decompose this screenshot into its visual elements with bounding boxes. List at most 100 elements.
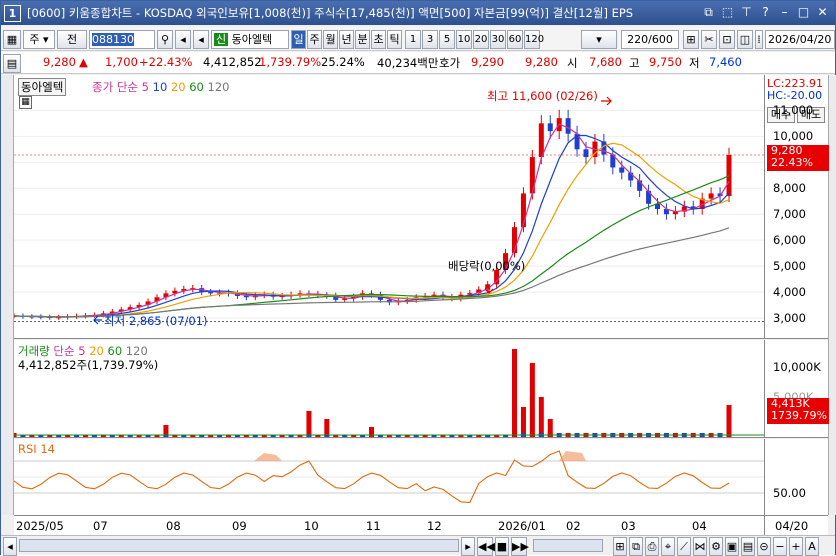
trend-icon[interactable]: ⟋ [677, 537, 691, 556]
ma-periods: 5 10 20 60 120 [142, 80, 230, 94]
help-icon[interactable]: ? [757, 4, 774, 21]
scroll-right-icon[interactable]: ▸ [461, 537, 475, 556]
period-select[interactable]: 주 ▾ [23, 30, 55, 49]
scissors-icon[interactable]: ✂ [701, 30, 717, 49]
search-icon[interactable]: ⚲ [157, 30, 173, 49]
interval-120[interactable]: 120 [524, 30, 544, 49]
scroll-left-icon[interactable]: ◂ [3, 537, 17, 556]
split-icon[interactable]: ◫ [737, 30, 753, 49]
x-label-4: 10 [304, 519, 319, 533]
chart-type-icon[interactable]: ▦ [3, 30, 21, 49]
hc-value: HC:-20.00 [767, 89, 823, 102]
interval-3[interactable]: 3 [422, 30, 438, 49]
interval-60[interactable]: 60 [507, 30, 523, 49]
window-number: 1 [4, 4, 21, 22]
speaker-icon[interactable]: ◂ [175, 30, 191, 49]
pattern-icon[interactable]: ⋈ [693, 537, 707, 556]
bracket-icon[interactable]: ⁞ [755, 30, 763, 49]
price-tick-1: 10,000 [773, 129, 814, 144]
quote-toggle-icon[interactable]: ▤ [3, 54, 21, 73]
ma-line-120 [13, 227, 730, 318]
interval-1[interactable]: 1 [405, 30, 421, 49]
zoom-slider[interactable] [533, 539, 603, 552]
high-value: 9,750 [649, 55, 682, 69]
high-note: 최고 11,600 (02/26) [487, 89, 598, 103]
stock-tag: 동아엘텍 [18, 78, 67, 96]
table-icon[interactable]: ▦ [19, 96, 32, 109]
pin-icon[interactable]: ⊤ [738, 4, 755, 21]
window-controls: ⧉ ⬚ ⊤ ? – □ ✕ [700, 4, 831, 21]
rsi-axis: 50.00 [764, 439, 828, 515]
interval-10[interactable]: 10 [456, 30, 472, 49]
forward-icon[interactable]: ▶▶ [511, 537, 529, 556]
rsi-panel[interactable]: RSI 14 [13, 439, 764, 515]
candle-body-59 [538, 123, 544, 158]
ma-period-5: 5 [141, 80, 149, 94]
tab-3[interactable]: 년 [339, 30, 354, 49]
toolbar: ▦ 주 ▾ 전 088130 ⚲ ◂ ◂ 신 동아엘텍 일주월년분초틱 1351… [1, 27, 835, 51]
copy-icon[interactable]: ⧉ [629, 537, 643, 556]
volume-panel[interactable]: 거래량 단순 5 20 60 120 4,412,852주(1,739.79%) [11, 340, 764, 438]
options-icon[interactable]: ▤ [741, 537, 755, 556]
tab-0[interactable]: 일 [291, 30, 306, 49]
maximize-icon[interactable]: □ [795, 4, 812, 21]
count-value: 220 [627, 33, 649, 46]
count-field[interactable]: 220/600 [621, 30, 679, 49]
interval-30[interactable]: 30 [490, 30, 506, 49]
settings-icon[interactable]: ⚙ [709, 537, 723, 556]
market-badge: 신 [214, 33, 229, 46]
print-icon[interactable]: ⎙ [645, 537, 659, 556]
volume-bar-3 [324, 419, 330, 437]
link-icon[interactable]: ⧉ [700, 4, 717, 21]
crosshair-icon[interactable]: ⌖ [661, 537, 675, 556]
ma-period-10: 10 [148, 80, 168, 94]
price-tick-5: 6,000 [773, 233, 806, 248]
tab-4[interactable]: 분 [355, 30, 370, 49]
popout-icon[interactable]: ⬚ [719, 4, 736, 21]
x-label-7: 2026/01 [498, 519, 546, 533]
open-value: 7,680 [589, 55, 622, 69]
save-icon[interactable]: ▣ [725, 537, 739, 556]
tab-1[interactable]: 주 [307, 30, 322, 49]
rsi-tick: 50.00 [773, 486, 806, 500]
code-input[interactable]: 088130 [89, 30, 155, 49]
tab-6[interactable]: 틱 [387, 30, 402, 49]
interval-20[interactable]: 20 [473, 30, 489, 49]
prev-button[interactable]: 전 [57, 30, 87, 49]
rewind-icon[interactable]: ◀◀ [477, 537, 495, 556]
zoom-in-icon[interactable]: + [789, 537, 803, 556]
prev-stock-icon[interactable]: ◂ [193, 30, 209, 49]
price-chart [11, 96, 764, 325]
horizontal-scrollbar[interactable] [19, 539, 459, 552]
period-value: 주 [29, 33, 40, 46]
layout-icon[interactable]: ⊞ [613, 537, 627, 556]
date-field[interactable]: 2026/04/20 [765, 30, 835, 49]
x-label-10: 04 [692, 519, 707, 533]
high-arrow-icon [601, 96, 612, 106]
chart-window: 1 [0600] 키움종합차트 - KOSDAQ 외국인보유[1,008(천)]… [0, 0, 836, 556]
right-scrollbar[interactable] [828, 75, 836, 515]
minimize-icon[interactable]: – [776, 4, 793, 21]
close-icon[interactable]: ✕ [814, 4, 831, 21]
change-pct: +22.43% [139, 55, 193, 69]
lock-icon[interactable]: ⊡ [719, 30, 735, 49]
grid-icon[interactable]: ⊞ [683, 30, 699, 49]
tab-5[interactable]: 초 [371, 30, 386, 49]
low-note: 최저 2,865 (07/01) [104, 314, 208, 328]
left-sidebar[interactable] [1, 75, 14, 515]
stop-icon[interactable]: ■ [495, 537, 509, 556]
font-size-icon[interactable]: A [805, 537, 819, 556]
volume-bar-2 [306, 411, 312, 437]
current-price: 9,280 [43, 55, 76, 69]
stock-name-field[interactable]: 신 동아엘텍 [211, 30, 289, 49]
hoga2-value: 9,280 [525, 55, 558, 69]
tab-2[interactable]: 월 [323, 30, 338, 49]
up-arrow: ▲ [79, 55, 88, 69]
price-panel[interactable]: 동아엘텍 종가 단순 5 10 20 60 120 ▦ 최고 11,600 (0… [11, 75, 764, 339]
zoom-reset-icon[interactable]: ⊝ [757, 537, 771, 556]
interval-5[interactable]: 5 [439, 30, 455, 49]
ma-legend: 종가 단순 5 10 20 60 120 [92, 79, 229, 95]
zoom-out-icon[interactable]: − [773, 537, 787, 556]
interval-dropdown[interactable]: ▾ [581, 30, 617, 49]
low-arrow-icon [93, 315, 102, 325]
